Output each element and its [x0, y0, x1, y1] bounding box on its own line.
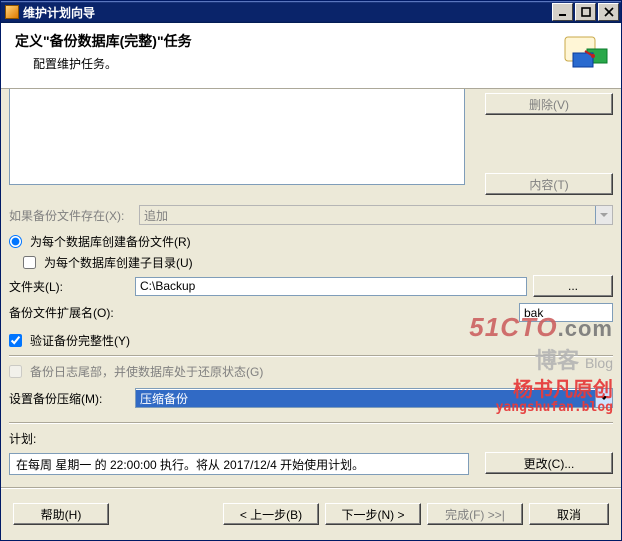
schedule-value: 在每周 星期一 的 22:00:00 执行。将从 2017/12/4 开始使用计… — [16, 456, 364, 473]
help-button[interactable]: 帮助(H) — [13, 503, 109, 525]
wizard-header: 定义"备份数据库(完整)"任务 配置维护任务。 — [1, 23, 621, 89]
backup-files-list[interactable] — [9, 89, 465, 185]
minimize-button[interactable] — [552, 3, 573, 21]
taillog-checkbox — [9, 365, 22, 378]
chevron-down-icon — [595, 206, 612, 224]
titlebar: 维护计划向导 — [1, 1, 621, 23]
if-exists-value: 追加 — [140, 207, 595, 224]
window-title: 维护计划向导 — [23, 4, 550, 21]
next-label: 下一步(N) > — [341, 506, 404, 523]
back-button[interactable]: < 上一步(B) — [223, 503, 319, 525]
create-subdir-checkbox[interactable] — [23, 256, 36, 269]
create-file-per-db-radio[interactable] — [9, 235, 22, 248]
window: 维护计划向导 定义"备份数据库(完整)"任务 配置维护任务。 删除(V) 内容(… — [0, 0, 622, 541]
verify-label: 验证备份完整性(Y) — [30, 332, 130, 349]
ext-label: 备份文件扩展名(O): — [9, 304, 519, 321]
delete-button: 删除(V) — [485, 93, 613, 115]
separator — [9, 355, 613, 357]
ext-input[interactable] — [519, 303, 613, 322]
browse-folder-button[interactable]: ... — [533, 275, 613, 297]
taillog-label: 备份日志尾部，并使数据库处于还原状态(G) — [30, 363, 263, 380]
page-subtitle: 配置维护任务。 — [15, 55, 563, 72]
folder-label: 文件夹(L): — [9, 278, 135, 295]
wizard-body: 删除(V) 内容(T) 如果备份文件存在(X): 追加 为每个数据库创建备份文件… — [1, 89, 621, 475]
maximize-button[interactable] — [575, 3, 596, 21]
header-graphic — [563, 31, 611, 75]
wizard-footer: 帮助(H) < 上一步(B) 下一步(N) > 完成(F) >>| 取消 — [1, 487, 621, 540]
folder-input[interactable] — [135, 277, 527, 296]
verify-checkbox[interactable] — [9, 334, 22, 347]
schedule-label: 计划: — [9, 430, 36, 447]
app-icon — [5, 5, 19, 19]
if-exists-label: 如果备份文件存在(X): — [9, 207, 139, 224]
finish-button: 完成(F) >>| — [427, 503, 523, 525]
close-button[interactable] — [598, 3, 619, 21]
chevron-down-icon[interactable] — [595, 389, 612, 407]
page-title: 定义"备份数据库(完整)"任务 — [15, 31, 563, 51]
create-subdir-label: 为每个数据库创建子目录(U) — [44, 254, 193, 271]
change-schedule-button[interactable]: 更改(C)... — [485, 452, 613, 474]
content-button: 内容(T) — [485, 173, 613, 195]
next-button[interactable]: 下一步(N) > — [325, 503, 421, 525]
separator — [9, 422, 613, 424]
compression-label: 设置备份压缩(M): — [9, 390, 135, 407]
schedule-text: 在每周 星期一 的 22:00:00 执行。将从 2017/12/4 开始使用计… — [9, 453, 469, 475]
if-exists-combo: 追加 — [139, 205, 613, 225]
create-file-per-db-label: 为每个数据库创建备份文件(R) — [30, 233, 191, 250]
compression-value: 压缩备份 — [136, 390, 595, 407]
compression-combo[interactable]: 压缩备份 — [135, 388, 613, 408]
cancel-button[interactable]: 取消 — [529, 503, 609, 525]
